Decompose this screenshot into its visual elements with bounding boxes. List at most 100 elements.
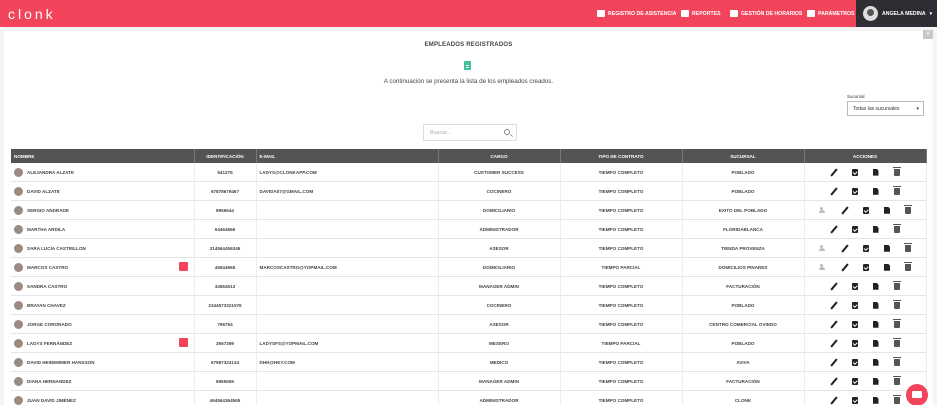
header-sucursal[interactable]: SUCURSAL [682,149,805,163]
page-subtitle: A continuación se presenta la lista de l… [383,78,554,85]
alert-badge-icon[interactable] [178,338,188,348]
document-icon[interactable] [872,187,879,195]
alert-badge-icon[interactable] [178,262,188,272]
header-cargo[interactable]: CARGO [438,149,561,163]
header-tipo-contrato[interactable]: TIPO DE CONTRATO [560,149,683,163]
trash-icon[interactable] [904,261,912,271]
document-icon[interactable] [872,339,879,347]
nav-gestion-horarios[interactable]: GESTIÓN DE HORARIOS [730,0,802,27]
checklist-icon[interactable] [851,168,858,176]
employee-name: DAVID HEINEMMER HANSSON [27,359,95,365]
trash-icon[interactable] [892,375,901,385]
edit-pencil-icon[interactable] [842,245,848,252]
employee-photo [14,376,23,386]
edit-pencil-icon[interactable] [842,207,848,214]
checklist-icon[interactable] [863,244,869,252]
document-icon[interactable] [884,244,890,252]
header-nombre[interactable]: NOMBRE [11,149,195,163]
employee-photo [14,186,23,196]
trash-icon[interactable] [892,394,901,404]
table-row: JORGE CORONADO 796754 ASESOR TIEMPO COMPLET… [11,314,927,334]
checklist-icon[interactable] [863,263,869,271]
nav-label: GESTIÓN DE HORARIOS [741,10,803,17]
search-input[interactable]: Buscar... [423,124,517,141]
checklist-icon[interactable] [851,282,858,290]
checklist-icon[interactable] [851,358,858,366]
document-icon[interactable] [872,301,879,309]
edit-pencil-icon[interactable] [831,283,837,290]
cell-identificacion: 67987324134 [194,352,257,372]
cell-sucursal: TIENDA PROVENZA [682,238,805,258]
cell-sucursal: POBLADO [682,295,805,315]
assign-user-icon[interactable] [819,206,827,214]
checklist-icon[interactable] [863,206,869,214]
trash-icon[interactable] [892,185,901,195]
cell-sucursal: FACTURACIÓN [682,371,805,391]
table-row: SERGIO ANDRADE 8956644 DOMICILIARIO TIEMPO … [11,200,927,220]
edit-pencil-icon[interactable] [831,226,837,233]
cell-nombre: JORGE CORONADO [11,314,195,334]
edit-pencil-icon[interactable] [831,302,837,309]
nav-reportes[interactable]: REPORTES [681,0,721,27]
close-icon[interactable]: x [923,30,933,39]
document-icon[interactable] [872,168,879,176]
chat-button[interactable] [906,384,928,405]
trash-icon[interactable] [904,204,912,214]
sucursal-select[interactable]: Todas las sucursales ▾ [847,101,924,116]
employee-name: BRAYAN CHAVEZ [27,302,66,308]
trash-icon[interactable] [892,280,901,290]
cell-cargo: COCINERO [438,181,561,201]
employee-photo [14,300,23,310]
user-menu[interactable]: ANGELA MEDINA ▾ [856,0,937,27]
trash-icon[interactable] [892,337,901,347]
checklist-icon[interactable] [851,187,858,195]
cell-sucursal: FLORIDABLANCA [682,219,805,239]
checklist-icon[interactable] [851,225,858,233]
edit-pencil-icon[interactable] [831,397,837,404]
document-icon[interactable] [872,377,879,385]
nav-registro-asistencia[interactable]: REGISTRO DE ASISTENCIA [597,0,676,27]
edit-pencil-icon[interactable] [831,378,837,385]
table-row: DIANA HERNANDEZ 8965565 MANAGER ADMIN TIEMP… [11,371,927,391]
search-icon[interactable] [504,129,510,135]
cell-contrato: TIEMPO COMPLETO [560,352,683,372]
nav-parametros[interactable]: PARÁMETROS [807,0,855,27]
trash-icon[interactable] [904,242,912,252]
trash-icon[interactable] [892,166,901,176]
document-icon[interactable] [872,396,879,404]
document-icon[interactable] [872,225,879,233]
header-identificacion[interactable]: IDENTIFICACIÓN [194,149,257,163]
cell-cargo: COCINERO [438,295,561,315]
document-icon[interactable] [872,282,879,290]
checklist-icon[interactable] [851,377,858,385]
checklist-icon[interactable] [851,301,858,309]
checklist-icon[interactable] [851,396,858,404]
clonk-logo[interactable]: clonk [8,6,56,22]
edit-pencil-icon[interactable] [831,359,837,366]
checklist-icon[interactable] [851,339,858,347]
header-email[interactable]: E-MAIL [256,149,439,163]
document-icon[interactable] [884,206,890,214]
document-icon[interactable] [884,263,890,271]
checklist-icon[interactable] [851,320,858,328]
employee-photo [14,338,23,348]
document-icon[interactable] [872,358,879,366]
trash-icon[interactable] [892,318,901,328]
cell-nombre: SERGIO ANDRADE [11,200,195,220]
trash-icon[interactable] [892,356,901,366]
edit-pencil-icon[interactable] [831,188,837,195]
cell-identificacion: 464564364565 [194,390,257,405]
assign-user-icon[interactable] [819,263,827,271]
employee-name: DAVID ALZATE [27,188,60,194]
trash-icon[interactable] [892,299,901,309]
edit-pencil-icon[interactable] [842,264,848,271]
edit-pencil-icon[interactable] [831,340,837,347]
trash-icon[interactable] [892,223,901,233]
cell-identificacion: 796754 [194,314,257,334]
document-icon[interactable] [872,320,879,328]
edit-pencil-icon[interactable] [831,321,837,328]
assign-user-icon[interactable] [819,244,827,252]
employee-name: DIANA HERNANDEZ [27,378,72,384]
edit-pencil-icon[interactable] [831,169,837,176]
cell-sucursal: POBLADO [682,181,805,201]
